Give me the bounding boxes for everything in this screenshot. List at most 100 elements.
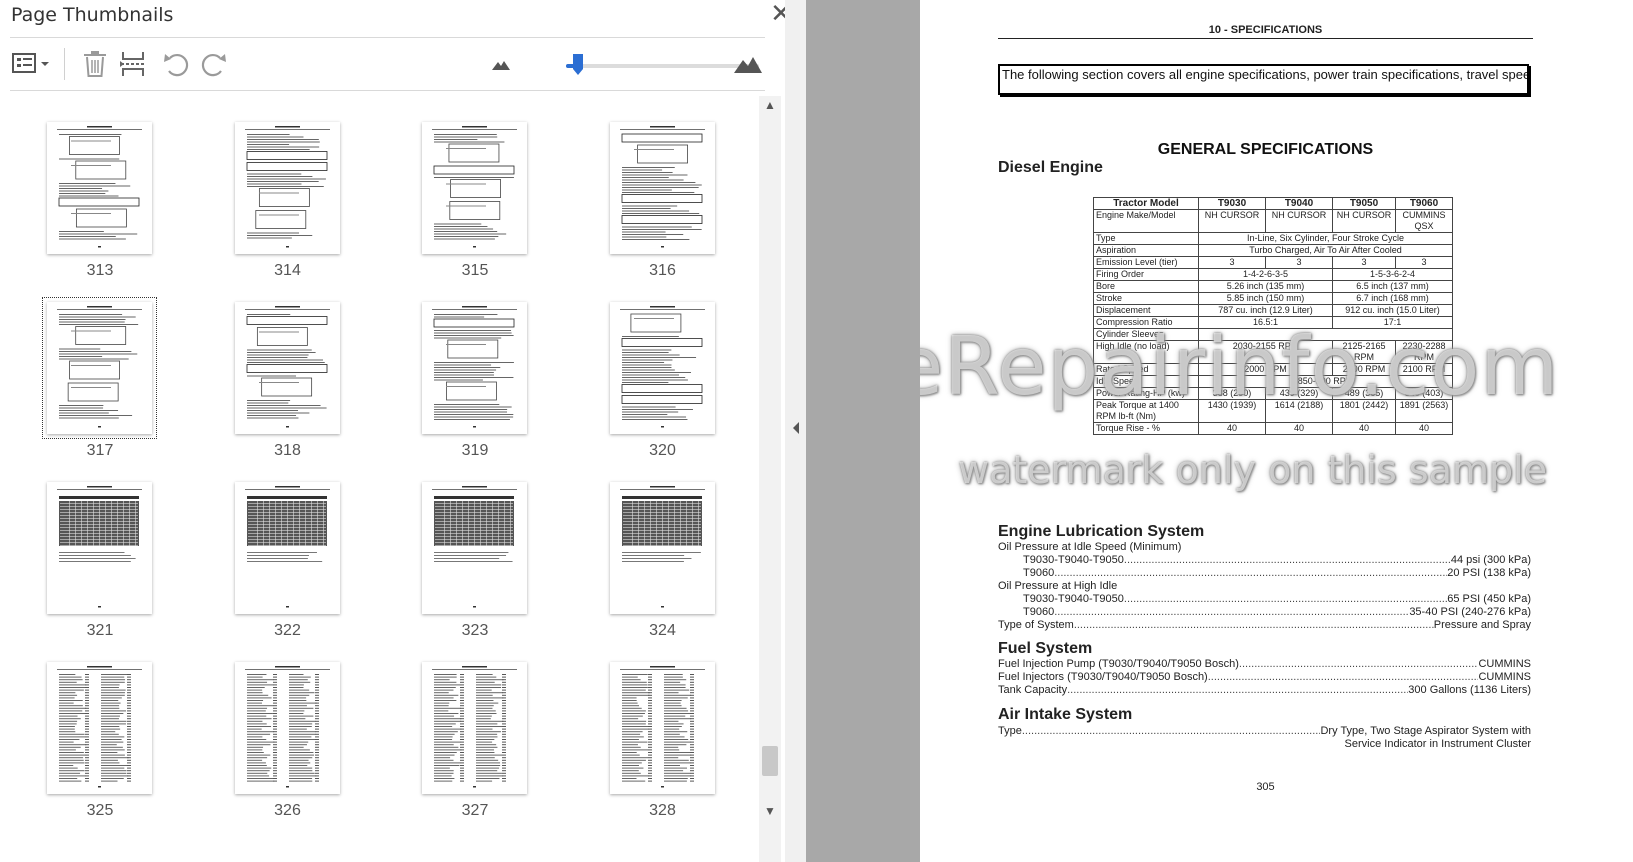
table-row: Torque Rise - % 40 40 40 40 (1093, 422, 1453, 435)
table-row: Idle Speed 850-900 RPM (1093, 375, 1453, 388)
spec-line: Fuel Injection Pump (T9030/T9040/T9050 B… (998, 658, 1531, 671)
table-row: Cylinder Sleeves (1093, 328, 1453, 341)
table-cell: 1614 (2188) (1265, 399, 1333, 423)
table-cell: Turbo Charged, Air To Air After Cooled (1198, 244, 1453, 257)
fuel-system-title: Fuel System (998, 640, 1093, 657)
thumbnail-item[interactable]: 315 (385, 112, 565, 292)
thumbnail-item[interactable]: 324 (573, 472, 753, 652)
scrollbar-thumb[interactable] (762, 745, 778, 776)
zoom-out-thumbnails-button[interactable] (490, 48, 512, 80)
table-cell: Firing Order (1093, 268, 1199, 281)
page-preview (432, 126, 517, 248)
page-thumbnail[interactable] (422, 122, 527, 254)
thumbnail-item[interactable]: 323 (385, 472, 565, 652)
table-cell: High Idle (no load) (1093, 340, 1199, 364)
page-thumbnail[interactable] (234, 302, 340, 434)
page-thumbnail[interactable] (422, 662, 527, 794)
thumbnail-item[interactable]: 313 (10, 112, 190, 292)
toolbar-separator (64, 48, 65, 80)
thumbnail-item[interactable]: 319 (385, 292, 565, 472)
thumbnail-page-number: 313 (86, 262, 114, 279)
thumbnail-page-number: 318 (274, 442, 301, 459)
thumbnail-page-number: 328 (649, 802, 676, 819)
table-row: Rated Speed 2000 RPM 2000 RPM 2100 RPM (1093, 363, 1453, 376)
scroll-down-arrow-icon[interactable]: ▼ (759, 804, 781, 822)
rotate-right-icon (201, 53, 226, 77)
page-thumbnail[interactable] (422, 302, 527, 434)
page-thumbnail[interactable] (609, 302, 715, 434)
table-cell: 1-4-2-6-3-5 (1198, 268, 1333, 281)
thumbnail-item[interactable]: 322 (198, 472, 378, 652)
table-cell: Idle Speed (1093, 375, 1199, 388)
page-thumbnail[interactable] (609, 662, 715, 794)
page-preview (619, 126, 705, 248)
thumbnail-item[interactable]: 318 (198, 292, 378, 472)
table-cell: Type (1093, 232, 1199, 245)
table-cell: 16.5:1 (1198, 316, 1333, 329)
page-thumbnail[interactable] (609, 122, 715, 254)
page-preview (244, 666, 330, 788)
table-row: Type In-Line, Six Cylinder, Four Stroke C… (1093, 232, 1453, 245)
rotate-right-button[interactable] (200, 48, 230, 80)
thumbnail-page-number: 317 (86, 442, 114, 459)
thumbnail-item[interactable]: 320 (573, 292, 753, 472)
thumbnail-item[interactable]: 326 (198, 652, 378, 832)
table-cell: 3 (1265, 256, 1333, 269)
table-cell: 40 (1198, 422, 1266, 435)
page-thumbnail[interactable] (234, 482, 340, 614)
page-thumbnail[interactable] (47, 482, 152, 614)
page-thumbnail[interactable] (609, 482, 715, 614)
rotate-left-button[interactable] (160, 48, 190, 80)
page-preview (57, 666, 142, 788)
thumbnail-item[interactable]: 328 (573, 652, 753, 832)
thumbnail-item[interactable]: 317 (10, 292, 190, 472)
page-thumbnail[interactable] (47, 662, 152, 794)
page-preview (244, 486, 330, 608)
thumbnail-item[interactable]: 314 (198, 112, 378, 292)
table-cell: 912 cu. inch (15.0 Liter) (1332, 304, 1453, 317)
slider-thumb[interactable] (572, 54, 583, 76)
table-cell: 850-900 RPM (1198, 375, 1453, 388)
table-cell: 540 (403) (1395, 387, 1453, 400)
insert-pages-button[interactable] (118, 48, 148, 80)
zoom-in-thumbnails-button[interactable] (732, 48, 764, 80)
table-cell: 40 (1332, 422, 1396, 435)
table-cell: 6.5 inch (137 mm) (1332, 280, 1453, 293)
table-cell: Engine Make/Model (1093, 209, 1199, 233)
page-preview (432, 666, 517, 788)
table-cell: 5.26 inch (135 mm) (1198, 280, 1333, 293)
thumbnail-page-number: 320 (649, 442, 676, 459)
page-thumbnail[interactable] (422, 482, 527, 614)
page-thumbnail[interactable] (234, 122, 340, 254)
thumbnail-size-slider[interactable] (566, 64, 759, 68)
thumbnail-item[interactable]: 316 (573, 112, 753, 292)
thumbnail-item[interactable]: 325 (10, 652, 190, 832)
table-row: Aspiration Turbo Charged, Air To Air Afte… (1093, 244, 1453, 257)
title-divider (10, 37, 765, 38)
watermark-subtitle: watermark only on this sample (958, 448, 1548, 492)
table-cell: 2030-2155 RPM (1198, 340, 1333, 364)
delete-pages-button[interactable] (80, 48, 110, 80)
thumbnail-item[interactable]: 321 (10, 472, 190, 652)
page-thumbnail[interactable] (42, 297, 157, 439)
table-cell: Displacement (1093, 304, 1199, 317)
table-cell: NH CURSOR (1332, 209, 1396, 233)
thumbnail-item[interactable]: 327 (385, 652, 565, 832)
oil-high-idle-label: Oil Pressure at High Idle (998, 580, 1118, 592)
thumbnail-scrollbar[interactable]: ▲ ▼ (759, 96, 781, 862)
collapse-panel-icon[interactable] (790, 420, 802, 436)
table-row: High Idle (no load) 2030-2155 RPM 2125-216… (1093, 340, 1453, 364)
rotate-left-icon (164, 53, 189, 77)
table-cell: 3 (1332, 256, 1396, 269)
table-cell: 5.85 inch (150 mm) (1198, 292, 1333, 305)
page-thumbnail[interactable] (234, 662, 340, 794)
table-cell: CUMMINS QSX (1395, 209, 1453, 233)
scroll-up-arrow-icon[interactable]: ▲ (759, 98, 781, 116)
thumbnails-toolbar (10, 42, 775, 90)
table-cell: 1430 (1939) (1198, 399, 1266, 423)
table-cell: 2125-2165 RPM (1332, 340, 1396, 364)
page-thumbnail[interactable] (47, 122, 152, 254)
page-options-button[interactable] (10, 48, 52, 80)
air-type-continued: Service Indicator in Instrument Cluster (1344, 738, 1531, 750)
spec-line: Fuel Injectors (T9030/T9040/T9050 Bosch)… (998, 671, 1531, 684)
